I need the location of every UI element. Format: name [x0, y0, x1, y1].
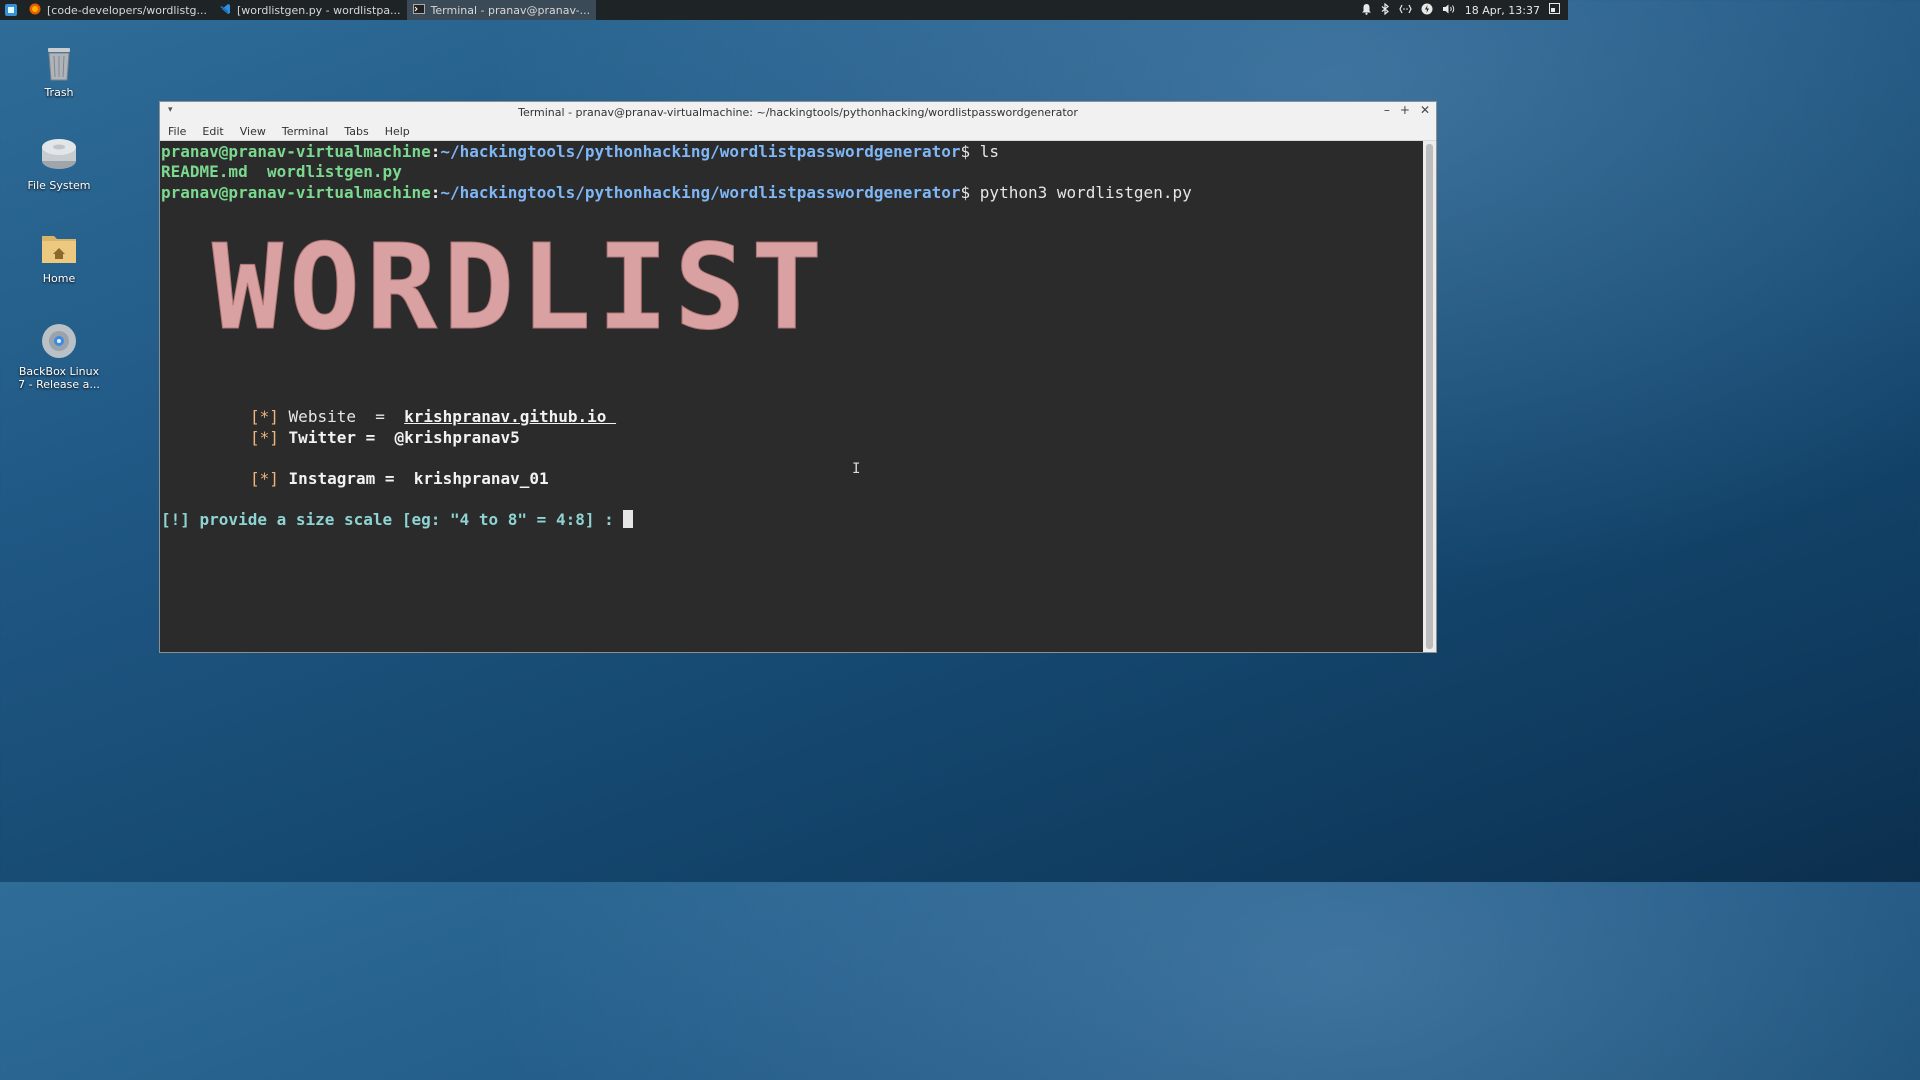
task-label: Terminal - pranav@pranav-... [430, 3, 591, 17]
volume-icon[interactable] [1442, 3, 1456, 18]
info-value: krishpranav_01 [413, 469, 549, 488]
desktop-icon-trash[interactable]: Trash [14, 42, 104, 99]
maximize-icon[interactable]: + [1400, 103, 1410, 117]
info-bullet: [*] [250, 407, 279, 426]
bluetooth-icon[interactable] [1381, 2, 1390, 18]
close-icon[interactable]: ✕ [1420, 103, 1430, 117]
info-twitter: [*] Twitter = @krishpranav5 [250, 428, 520, 448]
menu-terminal[interactable]: Terminal [274, 125, 337, 138]
task-vscode[interactable]: [wordlistgen.py - wordlistpa... [213, 0, 407, 20]
vscode-icon [219, 3, 231, 18]
notification-bell-icon[interactable] [1361, 3, 1372, 18]
info-value: @krishpranav5 [394, 428, 520, 447]
power-icon[interactable] [1421, 3, 1433, 18]
info-label: Instagram = [288, 469, 414, 488]
network-icon[interactable] [1399, 4, 1412, 17]
text-cursor [623, 510, 634, 528]
prompt-user-host: pranav@pranav-virtualmachine [161, 142, 431, 161]
info-label: Website = [288, 407, 405, 426]
clock[interactable]: 18 Apr, 13:37 [1465, 4, 1540, 17]
window-titlebar[interactable]: ▾ Terminal - pranav@pranav-virtualmachin… [160, 102, 1436, 122]
prompt-path: ~/hackingtools/pythonhacking/wordlistpas… [440, 183, 961, 202]
desktop-icon-backbox-disc[interactable]: BackBox Linux 7 - Release a... [14, 321, 104, 391]
info-label: Twitter = [288, 428, 395, 447]
trash-icon [39, 42, 79, 82]
window-menu-icon[interactable]: ▾ [168, 105, 173, 115]
banner-text: WORDLIST [212, 223, 828, 348]
ibeam-cursor-icon: I [852, 461, 861, 477]
prompt-path: ~/hackingtools/pythonhacking/wordlistpas… [440, 142, 961, 161]
firefox-icon [29, 3, 41, 18]
info-instagram: [*] Instagram = krishpranav_01 [250, 469, 549, 489]
desktop-icon-label: BackBox Linux 7 - Release a... [18, 365, 100, 391]
desktop-icon-label: Trash [44, 86, 74, 99]
optical-disc-icon [39, 321, 79, 361]
desktop-icon-file-system[interactable]: File System [14, 135, 104, 192]
task-label: [code-developers/wordlistg... [47, 3, 207, 17]
menu-edit[interactable]: Edit [194, 125, 231, 138]
ls-output: README.md wordlistgen.py [161, 162, 402, 181]
task-label: [wordlistgen.py - wordlistpa... [236, 3, 401, 17]
terminal-scrollbar[interactable] [1423, 141, 1436, 652]
command-text: ls [979, 142, 1000, 161]
desktop-icon-home[interactable]: Home [14, 228, 104, 285]
menu-help[interactable]: Help [377, 125, 418, 138]
drive-icon [39, 135, 79, 175]
info-bullet: [*] [250, 428, 279, 447]
info-website: [*] Website = krishpranav.github.io [250, 407, 616, 427]
terminal-window[interactable]: ▾ Terminal - pranav@pranav-virtualmachin… [159, 101, 1437, 653]
minimize-icon[interactable]: – [1384, 103, 1390, 117]
terminal-icon [412, 3, 425, 18]
desktop-icon-label: File System [27, 179, 91, 192]
home-folder-icon [39, 228, 79, 268]
terminal-output[interactable]: pranav@pranav-virtualmachine:~/hackingto… [160, 141, 1423, 652]
prompt-user-host: pranav@pranav-virtualmachine [161, 183, 431, 202]
ascii-banner: WORDLIST [212, 223, 828, 348]
input-prompt-line[interactable]: [!] provide a size scale [eg: "4 to 8" =… [161, 510, 634, 530]
info-bullet: [*] [250, 469, 279, 488]
website-link[interactable]: krishpranav.github.io [404, 407, 616, 426]
menu-tabs[interactable]: Tabs [336, 125, 376, 138]
command-text: python3 wordlistgen.py [979, 183, 1192, 202]
applications-menu-icon[interactable] [3, 2, 19, 18]
menubar: File Edit View Terminal Tabs Help [160, 122, 1436, 141]
task-firefox[interactable]: [code-developers/wordlistg... [23, 0, 213, 20]
prompt-line: pranav@pranav-virtualmachine:~/hackingto… [161, 183, 1192, 202]
scrollbar-thumb[interactable] [1426, 144, 1433, 649]
prompt-line: pranav@pranav-virtualmachine:~/hackingto… [161, 142, 1000, 161]
task-terminal[interactable]: Terminal - pranav@pranav-... [406, 0, 597, 20]
menu-view[interactable]: View [232, 125, 274, 138]
desktop-icon-label: Home [42, 272, 76, 285]
taskbar: [code-developers/wordlistg... [wordlistg… [0, 0, 1568, 20]
show-desktop-icon[interactable] [1549, 3, 1560, 17]
menu-file[interactable]: File [160, 125, 194, 138]
window-title: Terminal - pranav@pranav-virtualmachine:… [518, 105, 1078, 119]
input-prompt: [!] provide a size scale [eg: "4 to 8" =… [161, 510, 624, 529]
